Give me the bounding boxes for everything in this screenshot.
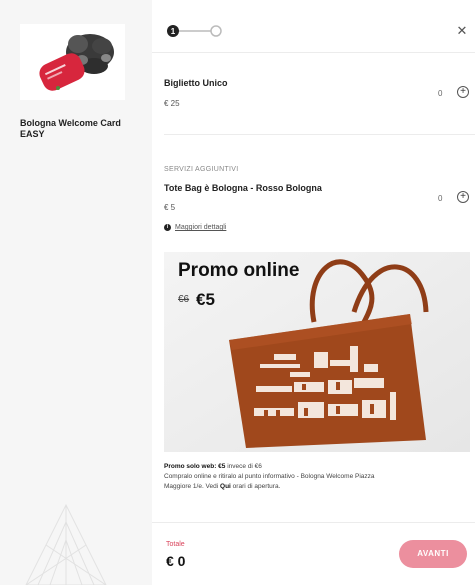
promo-note-bold: Promo solo web: €5 [164, 463, 226, 470]
logo-watermark-icon [25, 503, 107, 585]
progress-stepper: 1 [167, 25, 222, 37]
opening-hours-link[interactable]: Qui [220, 483, 231, 490]
tote-bag-image [164, 252, 470, 452]
next-button[interactable]: AVANTI [399, 540, 467, 568]
product-image [20, 24, 125, 100]
total-value: € 0 [166, 553, 186, 569]
booking-panel: 1 ✕ Biglietto Unico € 25 0 + SERVIZI AGG… [152, 0, 475, 585]
promo-note-line2: Compralo online e ritiralo al punto info… [164, 473, 375, 480]
details-link[interactable]: i Maggiori dettagli [164, 224, 226, 231]
divider [152, 52, 475, 53]
promo-old-price: €6 [178, 294, 190, 305]
close-icon[interactable]: ✕ [455, 23, 469, 39]
item-title-biglietto: Biglietto Unico [164, 78, 228, 88]
info-icon: i [164, 224, 171, 231]
product-sidebar: Bologna Welcome Card EASY [0, 0, 152, 585]
promo-title: Promo online [178, 260, 300, 281]
total-label: Totale [166, 541, 185, 548]
details-link-label: Maggiori dettagli [175, 224, 227, 231]
add-biglietto-button[interactable]: + [457, 86, 469, 98]
add-tote-bag-button[interactable]: + [457, 191, 469, 203]
item-price-biglietto: € 25 [164, 99, 180, 108]
promo-note-line3-post: orari di apertura. [232, 483, 281, 490]
promo-banner: Promo online €6 €5 [164, 252, 470, 452]
stepper-current: 1 [171, 27, 176, 36]
promo-note: Promo solo web: €5 invece di €6 Compralo… [164, 462, 464, 492]
checkout-footer: Totale € 0 AVANTI [152, 522, 475, 585]
product-name: Bologna Welcome Card EASY [20, 118, 121, 139]
promo-new-price: €5 [196, 290, 215, 309]
divider [164, 134, 475, 135]
item-price-tote-bag: € 5 [164, 203, 176, 212]
item-quantity-tote-bag: 0 [438, 194, 443, 203]
promo-note-line3-pre: Maggiore 1/e. Vedi [164, 483, 219, 490]
item-title-tote-bag: Tote Bag è Bologna - Rosso Bologna [164, 183, 322, 193]
section-label: SERVIZI AGGIUNTIVI [164, 166, 239, 173]
item-quantity-biglietto: 0 [438, 89, 443, 98]
promo-note-rest: invece di €6 [227, 463, 262, 470]
